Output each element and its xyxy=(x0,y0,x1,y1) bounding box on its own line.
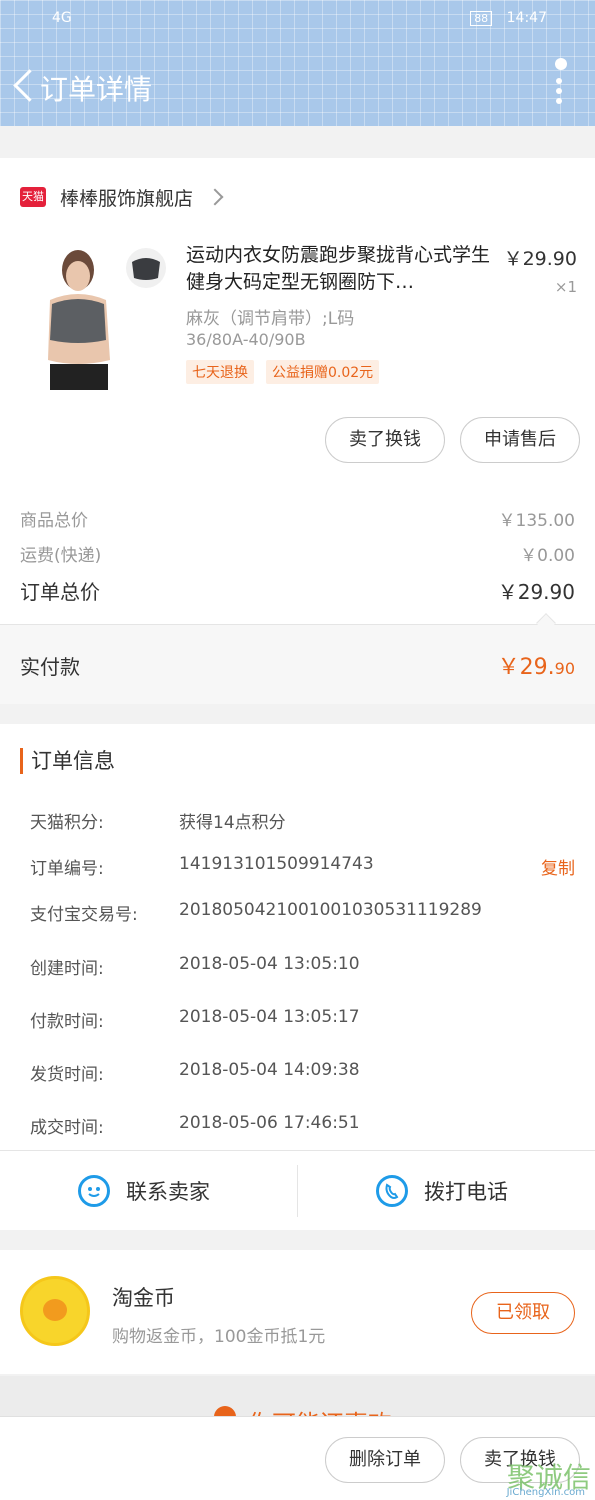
goods-total-label: 商品总价 xyxy=(20,511,88,531)
coin-subtitle: 购物返金币，100金币抵1元 xyxy=(112,1327,326,1347)
order-info-card: 订单信息 天猫积分: 获得14点积分 订单编号: 141913101509914… xyxy=(0,724,595,1150)
taojinbi-card: 淘金币 购物返金币，100金币抵1元 已领取 xyxy=(0,1250,595,1374)
info-value: 2018050421001001030531119289 xyxy=(179,900,482,920)
sell-button[interactable]: 卖了换钱 xyxy=(325,417,445,463)
info-label: 天猫积分: xyxy=(30,813,104,833)
goods-total-row: 商品总价 ￥135.00 xyxy=(20,506,575,531)
info-value: 2018-05-04 13:05:17 xyxy=(179,1007,360,1027)
info-label: 创建时间: xyxy=(30,959,104,979)
tmall-badge: 天猫 xyxy=(20,187,46,207)
shipping-value: ￥0.00 xyxy=(520,546,575,566)
tag-donation: 公益捐赠0.02元 xyxy=(266,360,380,384)
watermark-url: JiChengXin.com xyxy=(506,1487,585,1498)
order-card: 天猫 棒棒服饰旗舰店 运动内衣女防震跑步聚拢背心式学生健身大码定型无钢圈防下… … xyxy=(0,158,595,704)
paid-main: ￥29. xyxy=(497,655,555,680)
call-label: 拨打电话 xyxy=(424,1180,508,1204)
info-label: 成交时间: xyxy=(30,1118,104,1138)
more-menu-icon[interactable] xyxy=(547,58,571,108)
info-value: 2018-05-06 17:46:51 xyxy=(179,1113,360,1133)
info-value: 获得14点积分 xyxy=(179,813,286,833)
contact-seller-label: 联系卖家 xyxy=(126,1180,210,1204)
product-quantity: ×1 xyxy=(554,278,577,296)
order-info-heading: 订单信息 xyxy=(20,748,115,774)
order-total-label: 订单总价 xyxy=(20,580,100,604)
copy-button[interactable]: 复制 xyxy=(541,854,575,879)
delete-order-button[interactable]: 删除订单 xyxy=(325,1437,445,1483)
contact-seller-button[interactable]: 联系卖家 xyxy=(78,1151,210,1231)
paid-box: 实付款 ￥29.90 xyxy=(0,624,595,704)
clock: 14:47 xyxy=(506,10,547,26)
shop-name: 棒棒服饰旗舰店 xyxy=(60,187,194,210)
claimed-button[interactable]: 已领取 xyxy=(471,1292,575,1334)
tag-return: 七天退换 xyxy=(186,360,254,384)
product-tags: 七天退换 公益捐赠0.02元 xyxy=(186,360,380,384)
info-label: 支付宝交易号: xyxy=(30,905,138,925)
product-price: ￥29.90 xyxy=(503,248,577,270)
bottom-action-bar: 删除订单 卖了换钱 聚诚信 JiChengXin.com xyxy=(0,1416,595,1500)
info-row-shipped: 发货时间: 2018-05-04 14:09:38 xyxy=(30,1060,575,1086)
product-image[interactable] xyxy=(20,240,170,390)
order-total-row: 订单总价 ￥29.90 xyxy=(20,576,575,605)
battery-indicator: 88 xyxy=(470,11,493,26)
info-value: 2018-05-04 14:09:38 xyxy=(179,1060,360,1080)
info-row-completed: 成交时间: 2018-05-06 17:46:51 xyxy=(30,1113,575,1139)
shipping-label: 运费(快递) xyxy=(20,546,102,566)
order-total-value: ￥29.90 xyxy=(497,580,575,604)
product-title[interactable]: 运动内衣女防震跑步聚拢背心式学生健身大码定型无钢圈防下… xyxy=(186,242,496,296)
info-row-created: 创建时间: 2018-05-04 13:05:10 xyxy=(30,954,575,980)
signal-indicator: 4G xyxy=(52,10,72,26)
call-button[interactable]: 拨打电话 xyxy=(376,1151,508,1231)
after-sale-button[interactable]: 申请售后 xyxy=(460,417,580,463)
shop-link[interactable]: 天猫 棒棒服饰旗舰店 xyxy=(20,182,224,212)
product-size: 36/80A-40/90B xyxy=(186,330,306,349)
back-button[interactable] xyxy=(6,66,40,106)
page-title: 订单详情 xyxy=(40,73,153,106)
recommend-title: 你可能还喜欢 xyxy=(248,1404,392,1416)
coin-icon xyxy=(20,1276,90,1346)
shipping-row: 运费(快递) ￥0.00 xyxy=(20,541,575,566)
recommend-section: 你可能还喜欢 xyxy=(0,1376,595,1416)
chevron-right-icon xyxy=(206,188,224,206)
info-label: 订单编号: xyxy=(30,859,104,879)
info-value: 2018-05-04 13:05:10 xyxy=(179,954,360,974)
paid-value: ￥29.90 xyxy=(498,649,575,681)
status-right: 88 14:47 xyxy=(470,10,547,38)
info-label: 付款时间: xyxy=(30,1012,104,1032)
product-spec: 麻灰（调节肩带）;L码 xyxy=(186,309,355,329)
contact-bar: 联系卖家 拨打电话 xyxy=(0,1150,595,1230)
recommend-icon xyxy=(214,1406,236,1416)
phone-icon xyxy=(376,1175,408,1207)
paid-cents: 90 xyxy=(554,659,575,678)
coin-title: 淘金币 xyxy=(112,1286,175,1310)
nav-bar: 订单详情 xyxy=(0,58,595,114)
info-label: 发货时间: xyxy=(30,1065,104,1085)
app-header: 4G 88 14:47 订单详情 xyxy=(0,0,595,126)
info-value: 141913101509914743 xyxy=(179,854,374,874)
paid-label: 实付款 xyxy=(20,655,80,679)
info-row-order-no: 订单编号: 141913101509914743 复制 xyxy=(30,854,575,880)
divider xyxy=(297,1165,298,1217)
info-row-alipay: 支付宝交易号: 2018050421001001030531119289 xyxy=(30,900,575,926)
info-row-paid: 付款时间: 2018-05-04 13:05:17 xyxy=(30,1007,575,1033)
goods-total-value: ￥135.00 xyxy=(498,511,575,531)
info-row-points: 天猫积分: 获得14点积分 xyxy=(30,808,575,834)
chat-face-icon xyxy=(78,1175,110,1207)
